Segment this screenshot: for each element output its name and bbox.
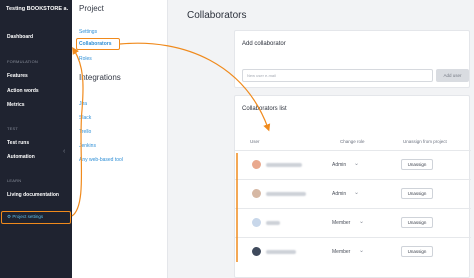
- role-select[interactable]: Admin: [332, 191, 346, 197]
- page-title: Collaborators: [187, 10, 247, 21]
- sidebar-item-automation[interactable]: Automation: [7, 154, 35, 160]
- project-settings-label: Project settings: [12, 214, 44, 219]
- blurred-user-name: [266, 163, 302, 167]
- column-header-unassign: Unassign from project: [403, 139, 447, 144]
- column-header-user: User: [250, 139, 260, 144]
- sidebar-item-living-documentation[interactable]: Living documentation: [7, 192, 59, 198]
- chevron-down-icon[interactable]: ⌄: [359, 218, 364, 225]
- unassign-button[interactable]: Unassign: [401, 188, 433, 199]
- unassign-button[interactable]: Unassign: [401, 159, 433, 170]
- blurred-user-name: [266, 250, 296, 254]
- role-select[interactable]: Member: [332, 249, 350, 255]
- subnav-link-trello[interactable]: Trello: [79, 129, 91, 135]
- project-name[interactable]: Testing BOOKSTORE a...: [6, 6, 68, 12]
- section-learn: LEARN: [7, 178, 22, 183]
- sidebar-item-project-settings[interactable]: ⚙ Project settings: [0, 210, 72, 225]
- role-select[interactable]: Admin: [332, 162, 346, 168]
- section-test: TEST: [7, 126, 19, 131]
- subnav-link-roles[interactable]: Roles: [79, 56, 92, 62]
- collaborators-list-card: Collaborators list User Change role Unas…: [234, 95, 471, 278]
- add-user-button[interactable]: Add user: [436, 69, 469, 82]
- project-heading: Project: [79, 4, 104, 13]
- sidebar-item-metrics[interactable]: Metrics: [7, 102, 25, 108]
- unassign-button[interactable]: Unassign: [401, 246, 433, 257]
- add-collaborator-card: Add collaborator Add user: [234, 30, 470, 88]
- email-input[interactable]: [242, 69, 433, 82]
- chevron-down-icon[interactable]: ⌄: [354, 160, 359, 167]
- avatar: [252, 160, 261, 169]
- table-row: Admin ⌄ Unassign: [235, 151, 471, 179]
- sidebar-item-action-words[interactable]: Action words: [7, 88, 39, 94]
- main-sidebar: Testing BOOKSTORE a... Dashboard FORMULA…: [0, 0, 72, 278]
- avatar: [252, 218, 261, 227]
- chevron-down-icon[interactable]: ⌄: [359, 247, 364, 254]
- subnav-link-collaborators[interactable]: Collaborators: [79, 41, 112, 47]
- table-row: Admin ⌄ Unassign: [235, 180, 471, 208]
- subnav-link-web-tool[interactable]: Any web-based tool: [79, 157, 123, 163]
- subnav-link-jenkins[interactable]: Jenkins: [79, 143, 96, 149]
- collaborators-list-title: Collaborators list: [242, 106, 287, 112]
- chevron-down-icon[interactable]: ⌄: [354, 189, 359, 196]
- sidebar-item-dashboard[interactable]: Dashboard: [7, 34, 33, 40]
- sidebar-item-features[interactable]: Features: [7, 73, 28, 79]
- avatar: [252, 247, 261, 256]
- unassign-button[interactable]: Unassign: [401, 217, 433, 228]
- settings-subnav: Project Settings Collaborators Roles Int…: [72, 0, 168, 278]
- blurred-user-name: [266, 221, 280, 225]
- table-row: Member ⌄ Unassign: [235, 209, 471, 237]
- section-formulation: FORMULATION: [7, 59, 39, 64]
- subnav-link-settings[interactable]: Settings: [79, 29, 97, 35]
- subnav-link-jira[interactable]: Jira: [79, 101, 87, 107]
- main-content: Collaborators Add collaborator Add user …: [168, 0, 474, 278]
- subnav-link-slack[interactable]: Slack: [79, 115, 91, 121]
- table-row: Member ⌄ Unassign: [235, 238, 471, 266]
- collapse-chevron-icon[interactable]: ‹: [63, 148, 65, 155]
- gear-icon: ⚙: [7, 214, 12, 219]
- blurred-user-name: [266, 192, 306, 196]
- column-header-role: Change role: [340, 139, 365, 144]
- role-select[interactable]: Member: [332, 220, 350, 226]
- integrations-heading: Integrations: [79, 73, 121, 82]
- avatar: [252, 189, 261, 198]
- sidebar-item-test-runs[interactable]: Test runs: [7, 140, 29, 146]
- add-collaborator-title: Add collaborator: [242, 41, 286, 47]
